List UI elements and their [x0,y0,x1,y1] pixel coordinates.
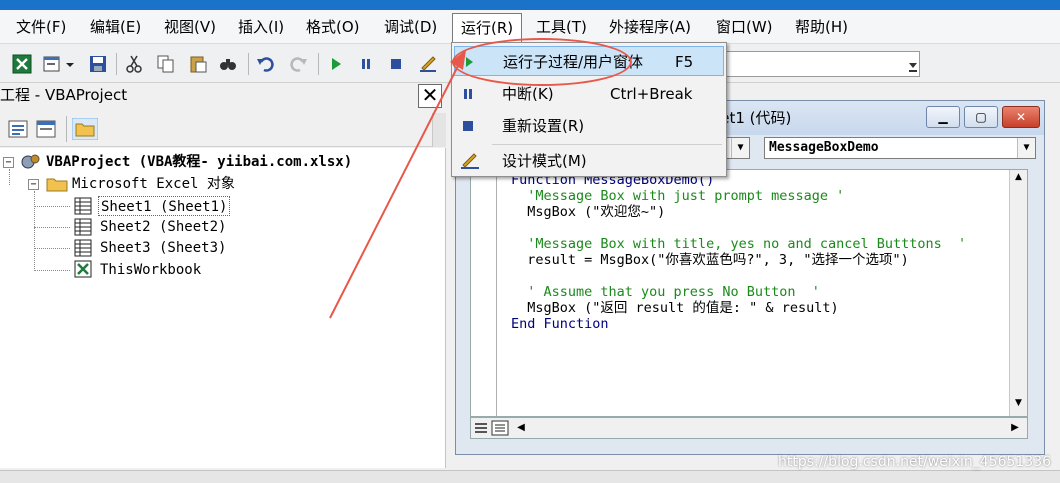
code-line: End Function [511,316,609,332]
menu-item-design-mode[interactable]: 设计模式(M) [454,146,724,176]
menu-edit[interactable]: 编辑(E) [82,14,149,40]
toolbar-separator [66,116,67,142]
sheet-icon [74,218,92,236]
menu-item-shortcut: Ctrl+Break [610,85,693,103]
tree-item-sheet3[interactable]: Sheet3 (Sheet3) [100,238,226,258]
toolbar-separator [318,53,319,75]
vba-project-icon [21,154,40,169]
toggle-folders-icon[interactable] [72,118,98,140]
paste-icon[interactable] [188,54,208,74]
menu-help[interactable]: 帮助(H) [787,14,856,40]
save-icon[interactable] [88,54,108,74]
procedure-combo[interactable]: MessageBoxDemo ▼ [764,137,1036,159]
code-line: ' Assume that you press No Button ' [511,284,820,300]
tree-folder-excel-objects[interactable]: Microsoft Excel 对象 [72,174,235,194]
tree-connector [34,191,35,271]
menu-window[interactable]: 窗口(W) [708,14,781,40]
maximize-icon[interactable]: ▢ [964,106,998,128]
code-line: 'Message Box with just prompt message ' [511,188,845,204]
find-icon[interactable] [218,54,238,74]
tree-connector [34,227,70,228]
menu-item-shortcut: F5 [675,53,694,71]
cut-icon[interactable] [124,54,144,74]
menu-view[interactable]: 视图(V) [156,14,224,40]
sheet-icon [74,239,92,257]
scroll-right-icon[interactable]: ▶ [1007,420,1023,436]
menu-item-label: 重新设置(R) [502,117,585,135]
dropdown-arrow-icon[interactable] [64,54,76,74]
title-strip [0,0,1060,10]
chevron-down-icon[interactable]: ▼ [1017,138,1035,158]
project-pane-title: 工程 - VBAProject [0,86,128,104]
code-bottom-bar: ◀ ▶ [470,417,1028,439]
menu-separator [492,144,722,145]
toolbar-overflow-icon[interactable] [906,55,920,75]
menu-file[interactable]: 文件(F) [8,14,74,40]
excel-icon[interactable] [12,54,32,74]
menu-debug[interactable]: 调试(D) [376,14,445,40]
tree-connector [34,206,70,207]
tree-connector [34,270,70,271]
view-code-icon[interactable] [8,120,28,138]
procedure-view-icon[interactable] [473,421,489,435]
redo-icon[interactable] [288,54,308,74]
insert-form-icon[interactable] [42,54,62,74]
menu-addins[interactable]: 外接程序(A) [601,14,699,40]
toolbar-separator [248,53,249,75]
code-line: result = MsgBox("你喜欢蓝色吗?", 3, "选择一个选项") [511,252,909,268]
chevron-down-icon[interactable]: ▼ [731,138,749,158]
scroll-left-icon[interactable]: ◀ [513,420,529,436]
workbook-icon [74,260,92,278]
collapse-toggle[interactable]: − [3,157,14,168]
close-icon[interactable]: ✕ [1002,106,1040,128]
tree-root-vbaproject[interactable]: VBAProject (VBA教程- yiibai.com.xlsx) [46,152,352,172]
watermark: https://blog.csdn.net/weixin_45651336 [778,454,1052,470]
sheet-icon [74,197,92,215]
tree-connector [34,248,70,249]
folder-icon [46,178,68,192]
vertical-scrollbar[interactable]: ▲ ▼ [1009,170,1027,416]
menu-item-reset[interactable]: 重新设置(R) [454,111,724,141]
menu-tools[interactable]: 工具(T) [528,14,595,40]
code-line: 'Message Box with title, yes no and canc… [511,236,967,252]
procedure-combo-value: MessageBoxDemo [769,140,879,155]
scroll-down-icon[interactable]: ▼ [1012,398,1025,412]
undo-icon[interactable] [256,54,276,74]
toolbar-separator [116,53,117,75]
code-line: MsgBox ("欢迎您~") [511,204,666,220]
menu-insert[interactable]: 插入(I) [230,14,292,40]
minimize-icon[interactable]: ▁ [926,106,960,128]
tree-connector [9,169,10,185]
view-object-icon[interactable] [36,120,56,138]
code-line: MsgBox ("返回 result 的值是: " & result) [511,300,839,316]
copy-icon[interactable] [156,54,176,74]
scroll-up-icon[interactable]: ▲ [1012,172,1025,186]
code-editor[interactable]: Function MessageBoxDemo() 'Message Box w… [470,169,1028,417]
tree-item-sheet1[interactable]: Sheet1 (Sheet1) [98,196,231,216]
toolbar-combo[interactable] [722,51,920,77]
menu-item-label: 设计模式(M) [502,152,587,170]
annotation-arrow-icon [329,50,466,319]
tree-item-thisworkbook[interactable]: ThisWorkbook [100,260,201,280]
menu-format[interactable]: 格式(O) [298,14,368,40]
collapse-toggle[interactable]: − [28,179,39,190]
full-module-view-icon[interactable] [491,420,509,436]
status-bar [0,470,1060,483]
menu-item-break[interactable]: 中断(K) Ctrl+Break [454,79,724,109]
tree-item-sheet2[interactable]: Sheet2 (Sheet2) [100,217,226,237]
